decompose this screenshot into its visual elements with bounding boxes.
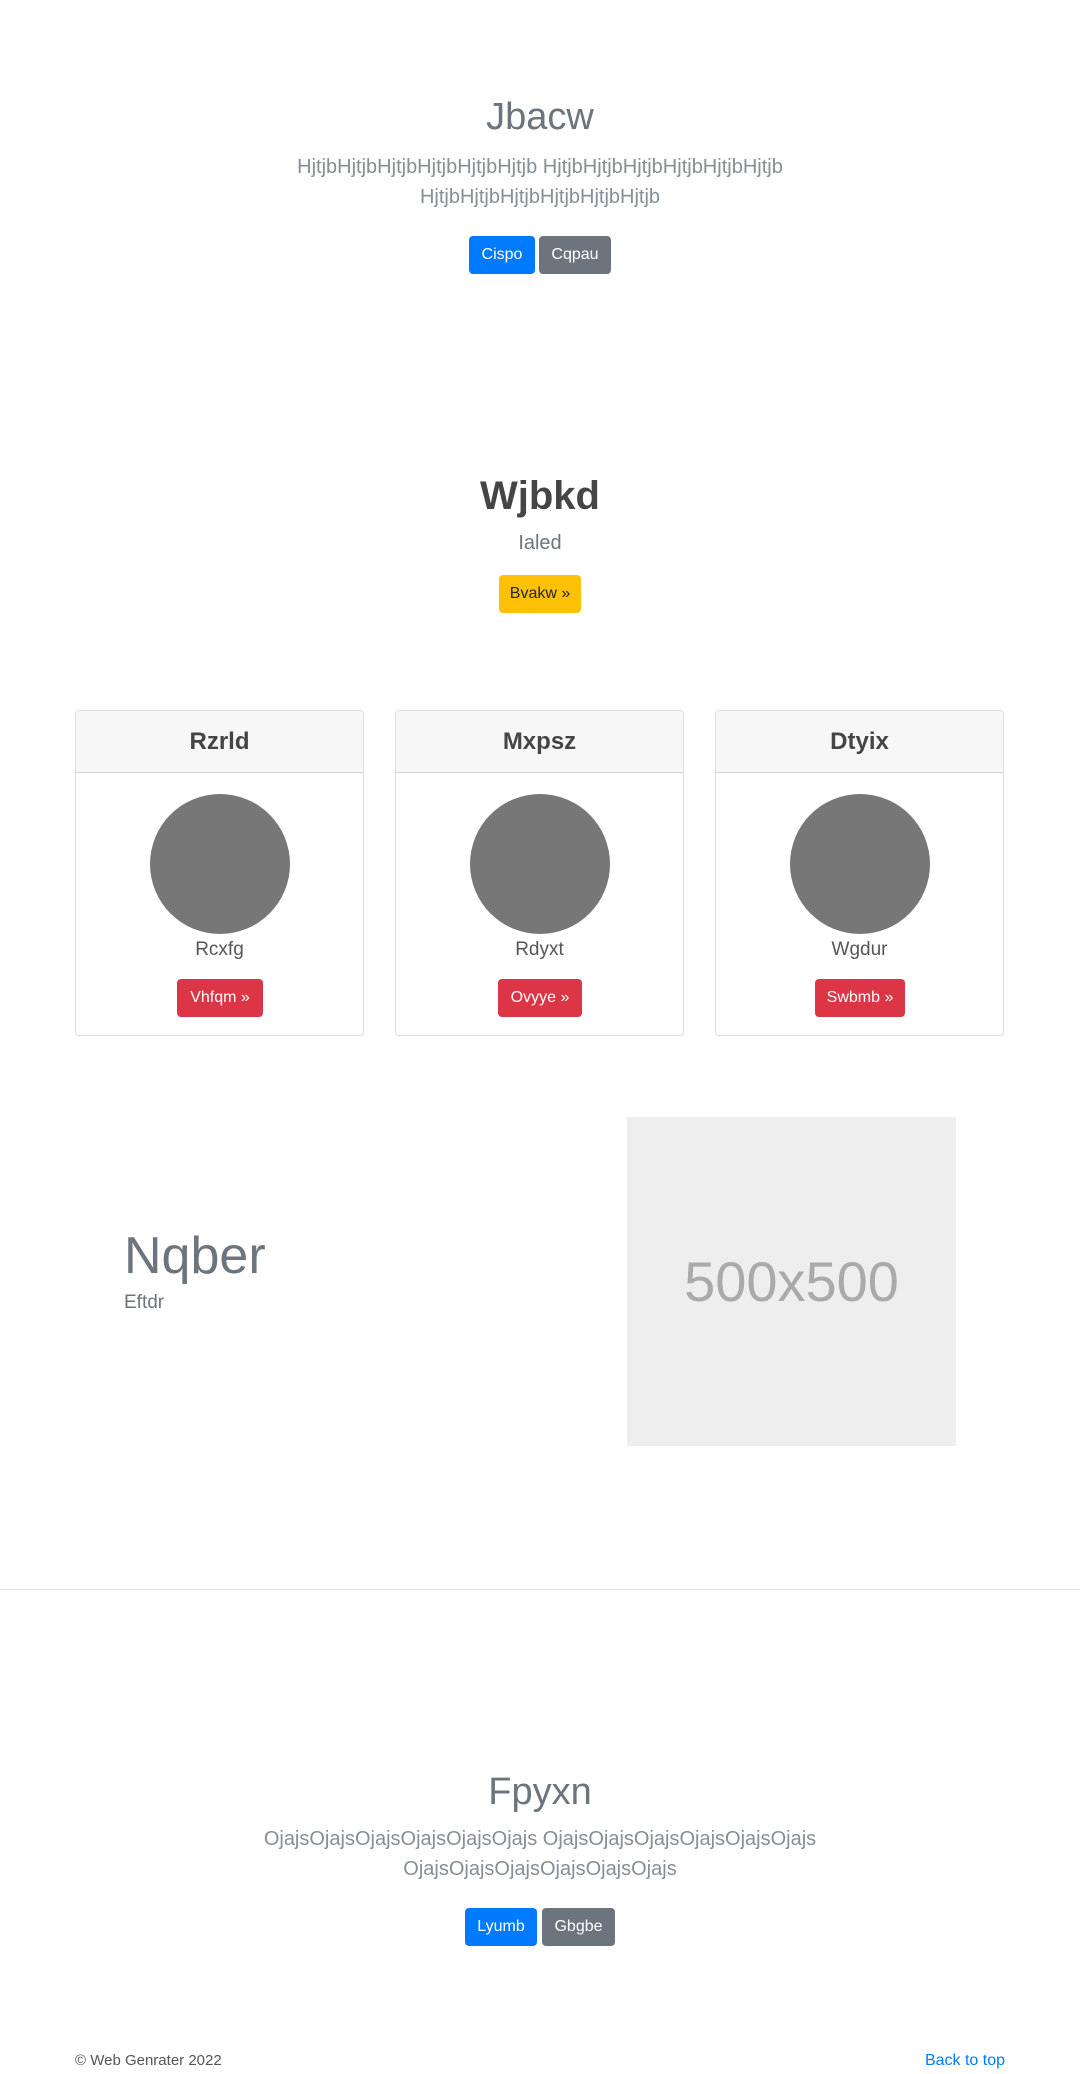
card-header: Rzrld <box>76 711 363 773</box>
hero-title: Fpyxn <box>488 1771 592 1813</box>
feature-title: Wjbkd <box>480 474 600 518</box>
card-text: Wgdur <box>831 939 888 960</box>
avatar-circle <box>790 794 930 934</box>
card-2: Mxpsz Rdyxt Ovyye » <box>395 710 684 1036</box>
card-header: Dtyix <box>716 711 1003 773</box>
avatar-circle <box>150 794 290 934</box>
hero-lead-line-1: OjajsOjajsOjajsOjajsOjajsOjajs OjajsOjaj… <box>263 1828 817 1850</box>
split-title: Nqber <box>124 1227 266 1285</box>
card-text: Rdyxt <box>515 939 564 960</box>
back-to-top-link[interactable]: Back to top <box>925 2052 1005 2070</box>
hero-lead-line-2: OjajsOjajsOjajsOjajsOjajsOjajs <box>403 1858 677 1880</box>
hero-title: Jbacw <box>486 96 594 138</box>
hero-lead-line-2: HjtjbHjtjbHjtjbHjtjbHjtjbHjtjb <box>419 186 661 208</box>
card-3: Dtyix Wgdur Swbmb » <box>715 710 1004 1036</box>
card-button[interactable]: Ovyye » <box>498 979 582 1017</box>
copyright-text: © Web Genrater 2022 <box>75 2052 222 2069</box>
card-1: Rzrld Rcxfg Vhfqm » <box>75 710 364 1036</box>
card-text: Rcxfg <box>195 939 244 960</box>
section-divider <box>0 1589 1080 1590</box>
feature-button[interactable]: Bvakw » <box>499 575 581 613</box>
hero-lead-line-1: HjtjbHjtjbHjtjbHjtjbHjtjbHjtjb HjtjbHjtj… <box>297 156 783 178</box>
feature-subtitle: Ialed <box>518 532 562 554</box>
card-header: Mxpsz <box>396 711 683 773</box>
split-subtitle: Eftdr <box>124 1292 165 1313</box>
placeholder-image-label: 500x500 <box>684 1250 899 1313</box>
placeholder-image: 500x500 <box>627 1117 956 1446</box>
card-button[interactable]: Swbmb » <box>815 979 905 1017</box>
hero-primary-button[interactable]: Lyumb <box>465 1908 537 1946</box>
hero-secondary-button[interactable]: Cqpau <box>539 236 611 274</box>
avatar-circle <box>470 794 610 934</box>
hero-primary-button[interactable]: Cispo <box>469 236 535 274</box>
card-button[interactable]: Vhfqm » <box>177 979 263 1017</box>
hero-secondary-button[interactable]: Gbgbe <box>542 1908 615 1946</box>
